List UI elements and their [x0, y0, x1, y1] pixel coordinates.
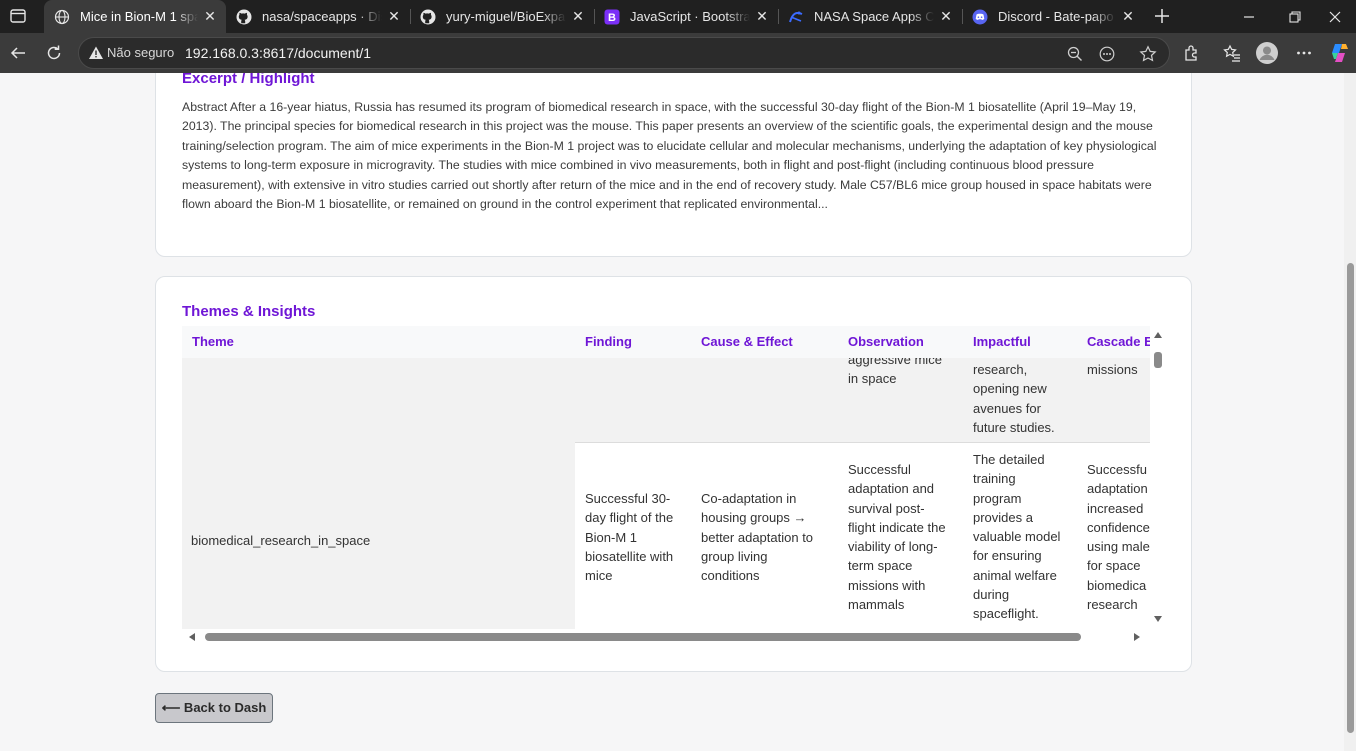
bootstrap-icon: B [604, 9, 620, 25]
tab-title: yury-miguel/BioExpace [446, 9, 566, 24]
close-icon [1329, 11, 1341, 22]
restore-icon [1289, 10, 1301, 23]
close-tab-icon[interactable]: ✕ [202, 8, 218, 25]
column-header-observation: Observation [848, 334, 924, 349]
table-body: biomedical_research_in_space aggressive … [182, 358, 1150, 629]
column-header-cause-effect: Cause & Effect [701, 334, 793, 349]
tab-discord[interactable]: Discord - Bate-papo en ✕ [962, 0, 1144, 33]
close-tab-icon[interactable]: ✕ [938, 8, 954, 25]
minimize-button[interactable] [1226, 0, 1272, 33]
browser-toolbar: Não seguro 192.168.0.3:8617/document/1 [0, 33, 1356, 73]
column-header-cascade: Cascade E [1087, 334, 1153, 349]
scroll-left-arrow-icon[interactable] [189, 633, 195, 641]
tab-nasa-space-apps[interactable]: NASA Space Apps Chal ✕ [778, 0, 962, 33]
table-row: Successful 30- day flight of the Bion-M … [575, 443, 1150, 629]
scrollbar-thumb[interactable] [205, 633, 1081, 641]
table-cell-impactful: research, opening new avenues for future… [973, 362, 1055, 435]
table-horizontal-scrollbar[interactable] [182, 629, 1166, 645]
table-vertical-scrollbar[interactable] [1150, 326, 1166, 629]
back-nav-button[interactable] [6, 41, 30, 65]
tab-title: nasa/spaceapps · Discu [262, 9, 382, 24]
close-tab-icon[interactable]: ✕ [1120, 8, 1136, 25]
close-tab-icon[interactable]: ✕ [754, 8, 770, 25]
discord-icon [972, 9, 988, 25]
warning-icon[interactable] [88, 45, 104, 61]
tab-title: NASA Space Apps Chal [814, 9, 934, 24]
refresh-icon [47, 45, 61, 60]
themes-table[interactable]: Theme Finding Cause & Effect Observation… [182, 326, 1166, 648]
tab-mice-bion[interactable]: Mice in Bion-M 1 space ✕ [44, 0, 226, 33]
close-tab-icon[interactable]: ✕ [386, 8, 402, 25]
refresh-button[interactable] [42, 41, 66, 65]
avatar-icon [1256, 42, 1278, 64]
zoom-out-icon[interactable] [1066, 45, 1084, 63]
close-tab-icon[interactable]: ✕ [570, 8, 586, 25]
page-content: Excerpt / Highlight Abstract After a 16-… [0, 73, 1356, 751]
column-header-theme: Theme [192, 334, 234, 349]
theme-value: biomedical_research_in_space [191, 533, 371, 548]
favorites-button[interactable] [1220, 41, 1244, 65]
table-cell-observation: Successful adaptation and survival post-… [848, 462, 946, 613]
more-page-actions-icon[interactable] [1098, 45, 1116, 63]
table-cell-cause-effect: Co-adaptation in housing groups → better… [701, 491, 814, 584]
github-icon [236, 9, 252, 25]
table-header: Theme Finding Cause & Effect Observation… [182, 326, 1153, 358]
tab-nasa-spaceapps[interactable]: nasa/spaceapps · Discu ✕ [226, 0, 410, 33]
abstract-text: Abstract After a 16-year hiatus, Russia … [182, 100, 1157, 212]
copilot-icon [1332, 44, 1348, 62]
excerpt-heading: Excerpt / Highlight [182, 73, 315, 87]
scroll-right-arrow-icon[interactable] [1134, 633, 1140, 641]
settings-menu-button[interactable] [1292, 41, 1316, 65]
globe-icon [54, 9, 70, 25]
svg-text:B: B [608, 12, 616, 24]
copilot-button[interactable] [1328, 41, 1352, 65]
profile-avatar[interactable] [1255, 41, 1279, 65]
more-icon [1297, 51, 1311, 55]
tab-bootstrap[interactable]: B JavaScript · Bootstrap v ✕ [594, 0, 778, 33]
column-header-impactful: Impactful [973, 334, 1031, 349]
arrow-left-icon [10, 47, 25, 59]
table-cell-cascade: missions [1087, 362, 1138, 377]
back-to-dash-button[interactable]: ⟵ Back to Dash [155, 693, 273, 723]
security-label[interactable]: Não seguro [107, 45, 174, 60]
address-bar[interactable]: Não seguro 192.168.0.3:8617/document/1 [78, 37, 1170, 69]
nasa-icon [788, 9, 804, 25]
tab-bioexpace[interactable]: yury-miguel/BioExpace ✕ [410, 0, 594, 33]
table-cell-observation: aggressive mice in space [848, 358, 942, 387]
excerpt-card: Excerpt / Highlight Abstract After a 16-… [155, 73, 1192, 257]
new-tab-button[interactable] [1151, 5, 1173, 27]
tab-title: Discord - Bate-papo en [998, 9, 1116, 24]
tab-actions-icon[interactable] [9, 7, 27, 25]
scrollbar-thumb[interactable] [1154, 352, 1162, 368]
scrollbar-thumb[interactable] [1347, 263, 1354, 733]
tab-title: JavaScript · Bootstrap v [630, 9, 750, 24]
minimize-icon [1244, 15, 1254, 18]
extensions-button[interactable] [1180, 41, 1204, 65]
table-cell-impactful: The detailed training program provides a… [973, 452, 1061, 622]
page-vertical-scrollbar[interactable] [1344, 73, 1356, 751]
close-window-button[interactable] [1312, 0, 1356, 33]
plus-icon [1155, 9, 1169, 23]
scroll-up-arrow-icon[interactable] [1154, 332, 1162, 338]
tab-title: Mice in Bion-M 1 space [80, 9, 198, 24]
github-icon [420, 9, 436, 25]
themes-heading: Themes & Insights [182, 303, 316, 320]
tab-bar: Mice in Bion-M 1 space ✕ nasa/spaceapps … [0, 0, 1356, 33]
table-cell-cascade: Successfu adaptation increased confidenc… [1087, 462, 1150, 613]
themes-card: Themes & Insights Theme Finding Cause & … [155, 276, 1192, 672]
url-text[interactable]: 192.168.0.3:8617/document/1 [185, 45, 371, 61]
table-cell-theme: biomedical_research_in_space [182, 358, 575, 629]
table-cell-finding: Successful 30- day flight of the Bion-M … [585, 491, 674, 584]
scroll-down-arrow-icon[interactable] [1154, 616, 1162, 622]
favorites-icon [1223, 44, 1240, 62]
puzzle-icon [1185, 45, 1197, 61]
column-header-finding: Finding [585, 334, 632, 349]
star-icon[interactable] [1139, 45, 1157, 63]
table-row: aggressive mice in space research, openi… [575, 358, 1150, 443]
